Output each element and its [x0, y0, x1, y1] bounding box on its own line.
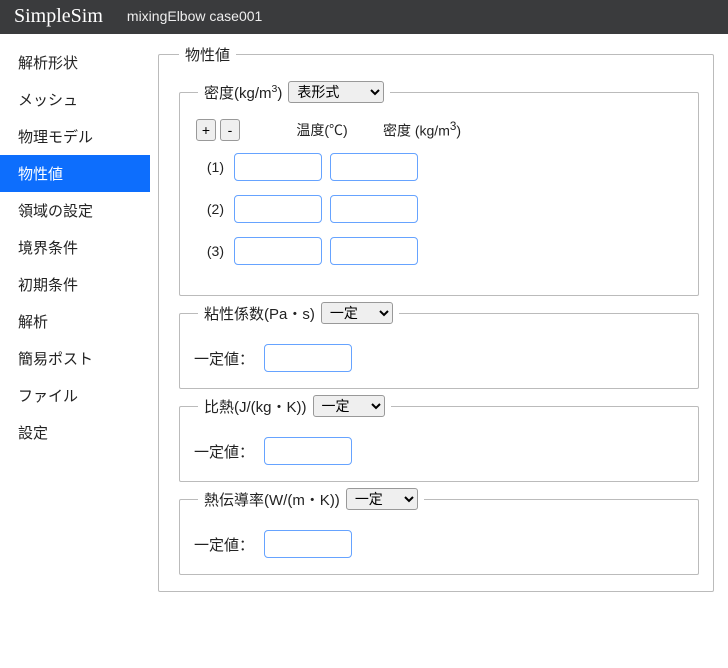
sidebar-item-boundary-conditions[interactable]: 境界条件: [0, 229, 150, 266]
density-mode-select[interactable]: 表形式 一定: [288, 81, 384, 103]
table-row: (3): [200, 237, 686, 265]
viscosity-fieldset: 粘性係数(Pa・s) 一定 表形式 一定値：: [179, 302, 699, 389]
specific-heat-const-label: 一定値：: [194, 441, 254, 462]
thermal-cond-mode-select[interactable]: 一定 表形式: [346, 488, 418, 510]
thermal-cond-legend-text: 熱伝導率(W/(m・K)): [204, 489, 340, 510]
density-temp-input[interactable]: [234, 153, 322, 181]
sidebar-item-mesh[interactable]: メッシュ: [0, 81, 150, 118]
sidebar-item-post[interactable]: 簡易ポスト: [0, 340, 150, 377]
sidebar-item-initial-conditions[interactable]: 初期条件: [0, 266, 150, 303]
density-col-temp-header: 温度(℃): [278, 120, 366, 140]
sidebar-item-region-settings[interactable]: 領域の設定: [0, 192, 150, 229]
properties-fieldset: 物性値 密度(kg/m3) 表形式 一定 + - 温度(℃): [158, 44, 714, 592]
density-value-input[interactable]: [330, 153, 418, 181]
viscosity-const-label: 一定値：: [194, 348, 254, 369]
row-number: (2): [200, 201, 230, 217]
row-number: (1): [200, 159, 230, 175]
properties-legend: 物性値: [179, 44, 236, 65]
thermal-cond-fieldset: 熱伝導率(W/(m・K)) 一定 表形式 一定値：: [179, 488, 699, 575]
viscosity-legend-text: 粘性係数(Pa・s): [204, 303, 315, 324]
content-panel: 物性値 密度(kg/m3) 表形式 一定 + - 温度(℃): [150, 34, 728, 618]
specific-heat-legend: 比熱(J/(kg・K)) 一定 表形式: [198, 395, 391, 417]
sidebar-item-file[interactable]: ファイル: [0, 377, 150, 414]
topbar: SimpleSim mixingElbow case001: [0, 0, 728, 34]
density-temp-input[interactable]: [234, 195, 322, 223]
thermal-cond-legend: 熱伝導率(W/(m・K)) 一定 表形式: [198, 488, 424, 510]
sidebar: 解析形状 メッシュ 物理モデル 物性値 領域の設定 境界条件 初期条件 解析 簡…: [0, 34, 150, 618]
density-remove-row-button[interactable]: -: [220, 119, 240, 141]
thermal-cond-const-row: 一定値：: [194, 530, 686, 558]
density-col-value-header: 密度 (kg/m3): [378, 120, 466, 141]
thermal-cond-const-label: 一定値：: [194, 534, 254, 555]
density-legend-text: 密度(kg/m3): [204, 82, 282, 103]
case-subtitle: mixingElbow case001: [127, 8, 262, 24]
app-brand: SimpleSim: [14, 5, 103, 28]
sidebar-item-properties[interactable]: 物性値: [0, 155, 150, 192]
thermal-cond-const-input[interactable]: [264, 530, 352, 558]
table-row: (1): [200, 153, 686, 181]
specific-heat-const-row: 一定値：: [194, 437, 686, 465]
density-value-input[interactable]: [330, 237, 418, 265]
specific-heat-legend-text: 比熱(J/(kg・K)): [204, 396, 307, 417]
sidebar-item-analysis[interactable]: 解析: [0, 303, 150, 340]
viscosity-const-row: 一定値：: [194, 344, 686, 372]
specific-heat-mode-select[interactable]: 一定 表形式: [313, 395, 385, 417]
sidebar-item-geometry[interactable]: 解析形状: [0, 44, 150, 81]
viscosity-const-input[interactable]: [264, 344, 352, 372]
sidebar-item-physics-model[interactable]: 物理モデル: [0, 118, 150, 155]
specific-heat-const-input[interactable]: [264, 437, 352, 465]
specific-heat-fieldset: 比熱(J/(kg・K)) 一定 表形式 一定値：: [179, 395, 699, 482]
density-legend: 密度(kg/m3) 表形式 一定: [198, 81, 390, 103]
density-fieldset: 密度(kg/m3) 表形式 一定 + - 温度(℃) 密度 (kg/m3): [179, 81, 699, 296]
density-add-row-button[interactable]: +: [196, 119, 216, 141]
density-value-input[interactable]: [330, 195, 418, 223]
row-number: (3): [200, 243, 230, 259]
table-row: (2): [200, 195, 686, 223]
viscosity-mode-select[interactable]: 一定 表形式: [321, 302, 393, 324]
viscosity-legend: 粘性係数(Pa・s) 一定 表形式: [198, 302, 399, 324]
sidebar-item-settings[interactable]: 設定: [0, 414, 150, 451]
density-temp-input[interactable]: [234, 237, 322, 265]
